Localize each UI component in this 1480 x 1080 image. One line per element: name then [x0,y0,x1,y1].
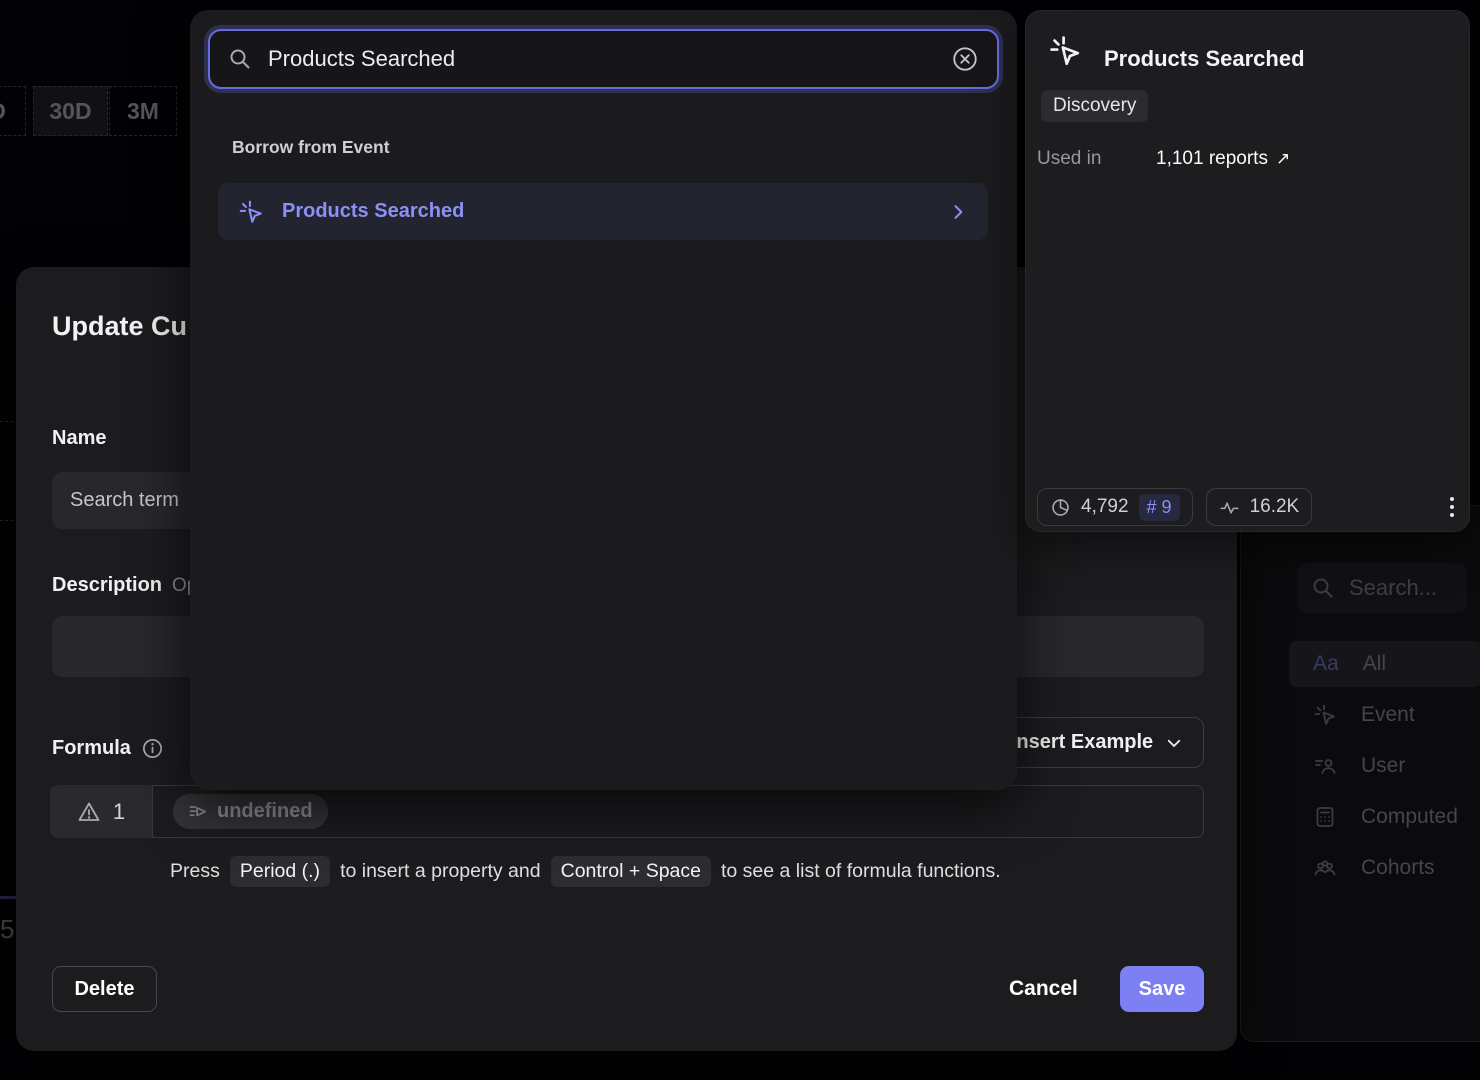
event-result-label: Products Searched [282,200,464,223]
chart-axis-label-fragment: 5 [0,914,14,945]
chevron-down-icon [1165,734,1183,752]
sidebar-item-label: All [1363,652,1386,676]
event-stats-row: 4,792 # 9 16.2K [1037,488,1460,526]
time-range-label: 30D [49,98,91,125]
time-range-segment-30d[interactable]: 30D [33,86,108,136]
app-window: D 30D 3M 5 Aa All Event [0,0,1480,1080]
external-link-icon: ↗ [1276,149,1290,169]
formula-hint: Press Period (.) to insert a property an… [170,856,1001,887]
text-type-icon: Aa [1313,652,1339,676]
user-icon [1313,754,1337,778]
calculator-icon [1313,805,1337,829]
category-badge: Discovery [1041,90,1148,122]
time-range-segment-partial[interactable]: D [0,86,26,136]
key-control-space: Control + Space [551,856,711,887]
search-icon [1311,576,1335,600]
formula-property-chip[interactable]: undefined [173,794,328,829]
modal-title: Update Cu [52,311,187,342]
sidebar-item-label: Event [1361,703,1415,727]
used-in-label: Used in [1037,148,1156,170]
chevron-right-icon [948,202,968,222]
event-volume-value: 16.2K [1250,496,1300,518]
sidebar-type-list: Aa All Event User Computed [1241,636,1480,891]
pie-chart-icon [1050,497,1071,518]
event-search-input[interactable] [208,29,999,89]
time-range-label: 3M [127,98,159,125]
info-icon[interactable] [141,737,164,760]
event-icon [238,199,264,225]
key-period: Period (.) [230,856,330,887]
sidebar-item-all[interactable]: Aa All [1289,641,1480,687]
event-count-pill[interactable]: 4,792 # 9 [1037,488,1193,526]
cancel-button[interactable]: Cancel [1001,966,1086,1012]
cohorts-icon [1313,856,1337,880]
sidebar-item-user[interactable]: User [1241,743,1480,789]
insert-example-button[interactable]: Insert Example [990,717,1204,768]
used-in-reports-link[interactable]: 1,101 reports ↗ [1156,148,1290,170]
sidebar-item-cohorts[interactable]: Cohorts [1241,845,1480,891]
warning-icon [77,800,101,824]
formula-field[interactable]: undefined [152,785,1204,838]
formula-label: Formula [52,737,164,760]
formula-warning-gutter: 1 [50,785,152,838]
activity-pulse-icon [1219,497,1240,518]
save-button[interactable]: Save [1120,966,1204,1012]
sidebar-search-input[interactable] [1297,563,1467,613]
event-icon [1313,703,1337,727]
sidebar-item-computed[interactable]: Computed [1241,794,1480,840]
delete-button[interactable]: Delete [52,966,157,1012]
event-volume-pill[interactable]: 16.2K [1206,488,1313,526]
event-details-panel: Products Searched Discovery Used in 1,10… [1025,10,1470,532]
clear-search-icon[interactable] [951,45,979,73]
event-rank-badge: # 9 [1139,494,1180,521]
more-options-icon[interactable] [1444,491,1460,523]
name-label: Name [52,427,106,450]
property-type-sidebar: Aa All Event User Computed [1240,505,1480,1042]
sidebar-item-label: Cohorts [1361,856,1435,880]
sidebar-search-field[interactable] [1349,575,1449,601]
event-details-title: Products Searched [1104,46,1305,72]
time-range-segment-3m[interactable]: 3M [109,86,177,136]
search-icon [228,47,252,71]
sidebar-item-event[interactable]: Event [1241,692,1480,738]
warning-count: 1 [113,799,125,825]
event-search-field[interactable] [268,46,935,72]
event-result-row[interactable]: Products Searched [218,183,988,240]
event-property-icon [188,802,208,822]
event-icon [1048,34,1082,68]
time-range-label: D [0,98,6,125]
event-search-dropdown: Borrow from Event Products Searched [190,10,1017,790]
borrow-from-event-header: Borrow from Event [232,137,390,158]
sidebar-item-label: User [1361,754,1405,778]
event-count-value: 4,792 [1081,496,1129,518]
sidebar-item-label: Computed [1361,805,1458,829]
used-in-row: Used in 1,101 reports ↗ [1037,148,1447,170]
